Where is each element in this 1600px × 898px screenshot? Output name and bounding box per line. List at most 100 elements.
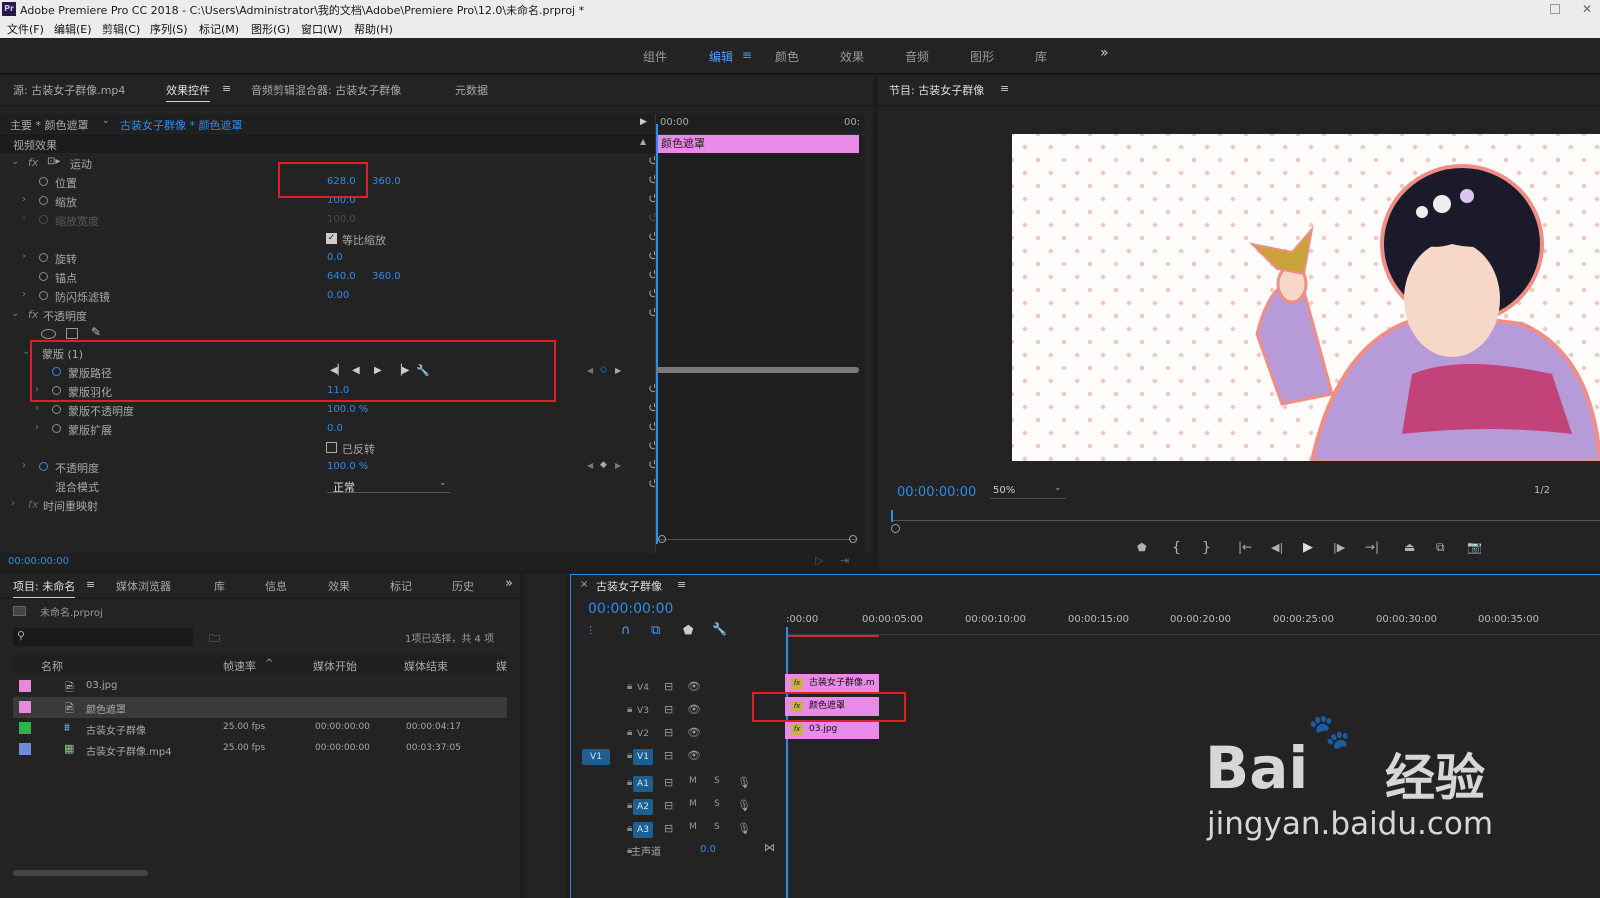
nest-icon[interactable]: ⫶ (589, 624, 592, 639)
chevron-down-icon[interactable]: ⌄ (102, 116, 110, 126)
chevron-down-icon[interactable]: ⌄ (11, 308, 19, 319)
sort-ascending-icon[interactable]: ^ (265, 658, 273, 669)
sync-lock-icon[interactable]: ⊟ (664, 822, 673, 835)
fx-icon[interactable]: fx (28, 308, 38, 321)
chevron-right-icon[interactable]: › (35, 422, 39, 433)
menu-window[interactable]: 窗口(W) (301, 21, 342, 37)
tab-audio-clip-mixer[interactable]: 音频剪辑混合器: 古装女子群像 (251, 82, 401, 98)
new-bin-icon[interactable]: 🗀 (209, 630, 220, 649)
table-row[interactable]: ▦ 古装女子群像.mp4 25.00 fps 00:00:00:00 00:03… (13, 739, 507, 760)
mute-button[interactable]: M (689, 822, 697, 832)
anchor-x-value[interactable]: 640.0 (327, 271, 356, 282)
solo-button[interactable]: S (714, 799, 720, 809)
motion-transform-icon[interactable]: ⊡▸ (47, 156, 60, 167)
timeline-clip-v2[interactable]: fx 03.jpg (785, 720, 879, 739)
mini-scroll-handle-right[interactable] (849, 535, 857, 543)
stopwatch-icon[interactable] (39, 177, 48, 186)
mark-in-icon[interactable]: { (1172, 540, 1181, 556)
sync-lock-icon[interactable]: ⊟ (664, 776, 673, 789)
workspace-libraries[interactable]: 库 (1035, 48, 1047, 65)
master-track-end-icon[interactable]: ⋈ (764, 841, 775, 854)
eye-icon[interactable]: 👁 (687, 726, 701, 739)
resolution-value[interactable]: 1/2 (1534, 485, 1550, 496)
rectangle-mask-icon[interactable] (66, 328, 78, 339)
label-color-swatch[interactable] (19, 722, 31, 734)
table-row[interactable]: 🖻 03.jpg (13, 676, 507, 697)
sync-lock-icon[interactable]: ⊟ (664, 680, 673, 693)
stopwatch-icon[interactable] (39, 196, 48, 205)
stopwatch-icon[interactable] (39, 272, 48, 281)
go-to-in-icon[interactable]: |← (1238, 540, 1252, 554)
anchor-y-value[interactable]: 360.0 (372, 271, 401, 282)
column-more[interactable]: 媒 (496, 658, 507, 674)
stopwatch-icon[interactable] (39, 253, 48, 262)
next-keyframe-icon[interactable]: ▶ (615, 461, 621, 470)
panel-menu-icon[interactable]: ≡ (677, 578, 686, 591)
sync-lock-icon[interactable]: ⊟ (664, 726, 673, 739)
track-name[interactable]: V3 (633, 703, 653, 719)
workspace-menu-icon[interactable]: ≡ (742, 48, 752, 62)
settings-wrench-icon[interactable]: 🔧 (712, 622, 727, 636)
label-color-swatch[interactable] (19, 743, 31, 755)
workspace-audio[interactable]: 音频 (905, 48, 929, 65)
scroll-up-icon[interactable]: ▲ (640, 137, 646, 146)
go-to-out-icon[interactable]: →| (1365, 540, 1379, 554)
track-name[interactable]: A1 (633, 776, 653, 792)
tab-source[interactable]: 源: 古装女子群像.mp4 (13, 82, 125, 98)
prev-keyframe-icon[interactable]: ◀ (587, 461, 593, 470)
uniform-scale-checkbox[interactable]: ✓ (326, 233, 337, 244)
timeline-clip-v4[interactable]: fx 古装女子群像.m (785, 674, 879, 693)
add-marker-icon[interactable]: ⬟ (683, 623, 693, 637)
program-timecode[interactable]: 00:00:00:00 (897, 485, 976, 500)
more-panels-icon[interactable]: » (505, 576, 513, 591)
sync-lock-icon[interactable]: ⊟ (664, 703, 673, 716)
filter-icon[interactable]: ▷ (815, 554, 823, 567)
workspace-graphics[interactable]: 图形 (970, 48, 994, 65)
track-name[interactable]: A3 (633, 822, 653, 838)
microphone-icon[interactable]: 🎙 (737, 776, 751, 789)
tab-info[interactable]: 信息 (265, 578, 287, 594)
step-back-icon[interactable]: ◀| (1271, 541, 1283, 554)
menu-clip[interactable]: 剪辑(C) (102, 21, 140, 37)
project-scrollbar[interactable] (13, 870, 148, 876)
lock-icon[interactable]: 🔒︎ (627, 823, 632, 834)
clip-name-label[interactable]: 古装女子群像 * 颜色遮罩 (120, 117, 243, 133)
export-icon[interactable]: ⇥ (840, 554, 849, 567)
lock-icon[interactable]: 🔒︎ (627, 681, 632, 692)
lift-icon[interactable]: ⏏ (1404, 540, 1415, 554)
microphone-icon[interactable]: 🎙 (737, 799, 751, 812)
menu-sequence[interactable]: 序列(S) (150, 21, 188, 37)
next-keyframe-icon[interactable]: ▶ (615, 366, 621, 375)
timeline-timecode[interactable]: 00:00:00:00 (588, 601, 673, 617)
chevron-right-icon[interactable]: › (22, 251, 26, 262)
play-icon[interactable]: ▶ (1303, 540, 1313, 555)
workspace-editing[interactable]: 编辑 (709, 48, 733, 65)
eye-icon[interactable]: 👁 (687, 703, 701, 716)
add-keyframe-icon[interactable]: ◇ (600, 365, 607, 375)
mute-button[interactable]: M (689, 799, 697, 809)
eye-icon[interactable]: 👁 (687, 749, 701, 762)
chevron-right-icon[interactable]: › (22, 194, 26, 205)
master-track-value[interactable]: 0.0 (700, 844, 716, 855)
stopwatch-icon[interactable] (52, 405, 61, 414)
solo-button[interactable]: S (714, 822, 720, 832)
tab-effects[interactable]: 效果 (328, 578, 350, 594)
tab-metadata[interactable]: 元数据 (455, 82, 488, 98)
sync-lock-icon[interactable]: ⊟ (664, 799, 673, 812)
play-only-icon[interactable]: ▶ (640, 117, 647, 127)
camera-icon[interactable]: 📷 (1467, 540, 1482, 554)
lock-icon[interactable]: 🔒︎ (627, 727, 632, 738)
time-remap-row[interactable]: › fx 时间重映射 (0, 495, 670, 514)
program-time-ruler[interactable] (892, 507, 1600, 521)
tab-media-browser[interactable]: 媒体浏览器 (116, 578, 171, 594)
chevron-right-icon[interactable]: › (22, 460, 26, 471)
timeline-ruler[interactable]: :00:00 00:00:05:00 00:00:10:00 00:00:15:… (786, 609, 1600, 639)
workspace-color[interactable]: 颜色 (775, 48, 799, 65)
menu-marker[interactable]: 标记(M) (199, 21, 239, 37)
step-forward-icon[interactable]: |▶ (1333, 541, 1345, 554)
snap-icon[interactable]: ∩ (621, 623, 631, 638)
column-name[interactable]: 名称 (41, 658, 63, 674)
panel-menu-icon[interactable]: ≡ (1000, 82, 1009, 95)
label-color-swatch[interactable] (19, 680, 31, 692)
close-icon[interactable]: ✕ (1582, 2, 1592, 16)
